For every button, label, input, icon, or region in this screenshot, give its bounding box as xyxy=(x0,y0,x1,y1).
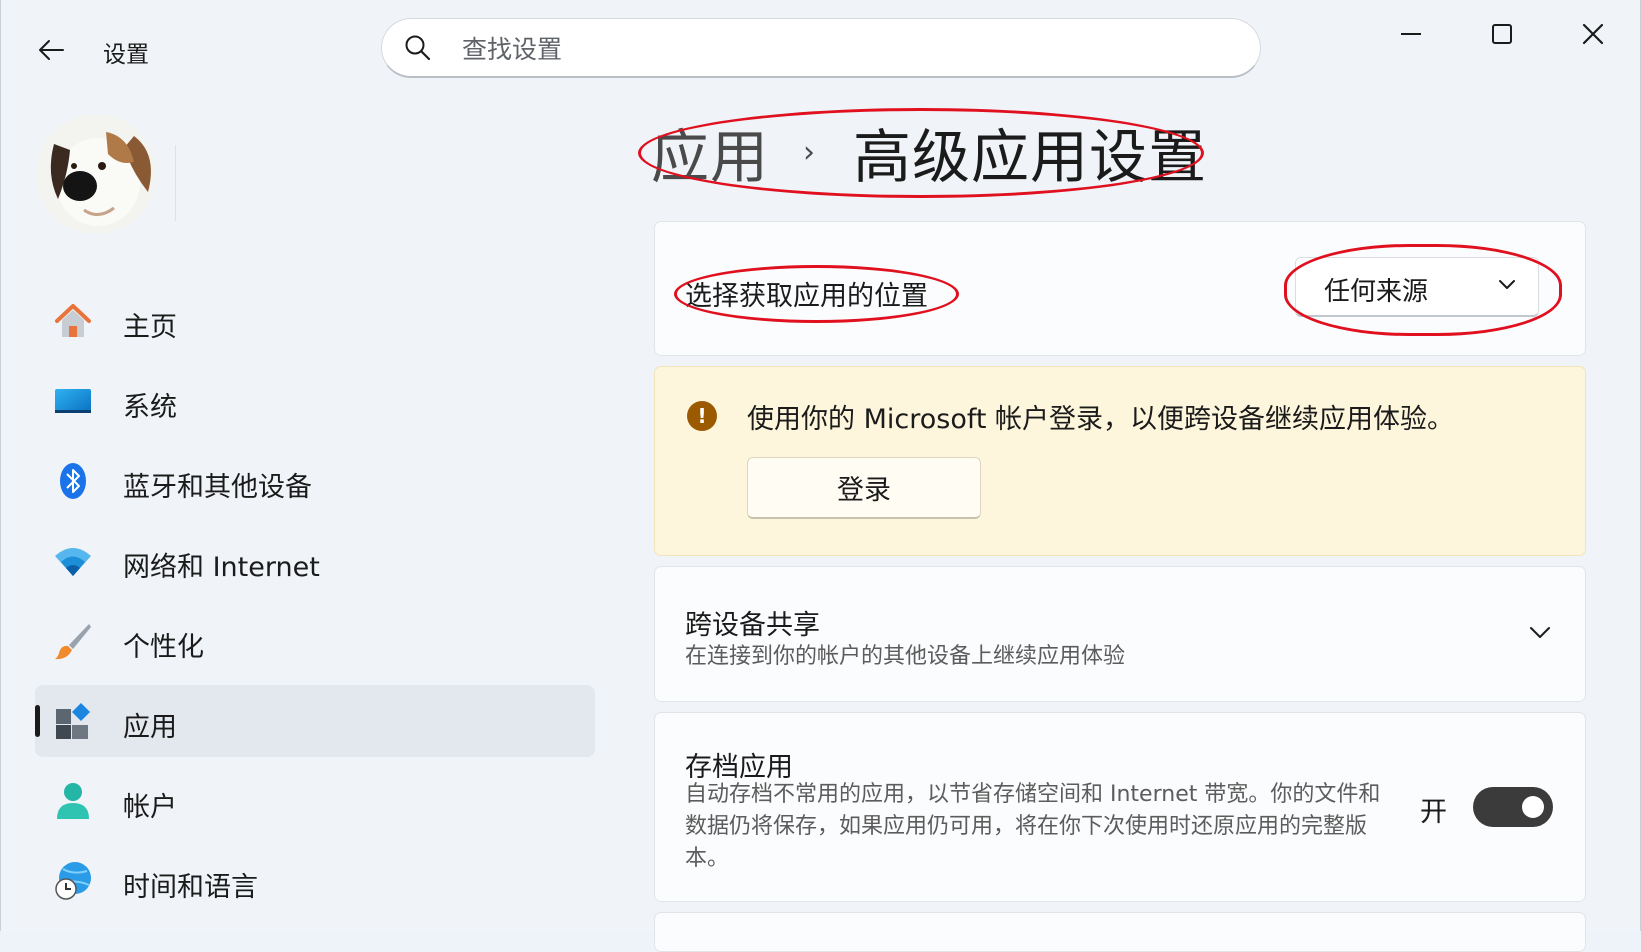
breadcrumb-parent[interactable]: 应用 xyxy=(651,110,769,194)
sidebar-item-network[interactable]: 网络和 Internet xyxy=(35,525,595,597)
avatar-dog-image xyxy=(36,114,156,234)
bluetooth-icon xyxy=(53,461,93,501)
cross-device-subtitle: 在连接到你的帐户的其他设备上继续应用体验 xyxy=(685,644,1126,669)
sidebar-item-label: 应用 xyxy=(123,712,177,743)
sidebar-item-time-language[interactable]: 时间和语言 xyxy=(35,845,595,917)
minimize-button[interactable] xyxy=(1381,14,1441,54)
breadcrumb-separator: › xyxy=(803,134,816,170)
toggle-state-label: 开 xyxy=(1420,797,1447,828)
avatar-divider xyxy=(175,145,176,221)
sidebar-item-accounts[interactable]: 帐户 xyxy=(35,765,595,837)
sidebar-item-apps[interactable]: 应用 xyxy=(35,685,595,757)
sidebar-item-label: 帐户 xyxy=(123,792,177,823)
signin-button[interactable]: 登录 xyxy=(747,457,981,519)
sidebar-item-system[interactable]: 系统 xyxy=(35,365,595,437)
chevron-down-icon xyxy=(1499,280,1515,289)
sidebar-item-label: 系统 xyxy=(123,392,177,423)
chevron-down-icon[interactable] xyxy=(1529,625,1551,639)
archive-apps-toggle[interactable] xyxy=(1473,787,1553,827)
dropdown-selected-value: 任何来源 xyxy=(1324,277,1429,307)
minimize-icon xyxy=(1401,33,1421,35)
app-source-label: 选择获取应用的位置 xyxy=(685,281,928,312)
sidebar-item-home[interactable]: 主页 xyxy=(35,285,595,357)
app-source-dropdown[interactable]: 任何来源 xyxy=(1295,257,1539,317)
signin-message: 使用你的 Microsoft 帐户登录，以便跨设备继续应用体验。 xyxy=(747,404,1455,435)
search-icon xyxy=(405,35,431,61)
signin-banner: ! 使用你的 Microsoft 帐户登录，以便跨设备继续应用体验。 登录 xyxy=(654,366,1586,556)
toggle-knob xyxy=(1522,796,1544,818)
warning-icon: ! xyxy=(687,401,717,431)
sidebar-item-label: 个性化 xyxy=(123,632,204,663)
wifi-icon xyxy=(53,541,93,581)
system-icon xyxy=(53,381,93,421)
cross-device-card[interactable]: 跨设备共享 在连接到你的帐户的其他设备上继续应用体验 xyxy=(654,566,1586,702)
time-language-icon xyxy=(53,861,93,901)
back-button[interactable] xyxy=(29,28,73,72)
search-input[interactable] xyxy=(460,29,1234,69)
sidebar-nav: 主页 系统 蓝牙和其他设备 网络和 Internet 个性化 应用 帐户 时间和… xyxy=(35,285,595,925)
maximize-icon xyxy=(1492,24,1512,44)
app-source-card: 选择获取应用的位置 任何来源 xyxy=(654,221,1586,356)
sidebar-item-label: 蓝牙和其他设备 xyxy=(123,472,312,503)
breadcrumb: 应用 › 高级应用设置 xyxy=(651,112,1207,192)
close-icon xyxy=(1582,23,1604,45)
next-setting-card xyxy=(654,912,1586,952)
page-title: 高级应用设置 xyxy=(853,123,1208,191)
sidebar-item-personalization[interactable]: 个性化 xyxy=(35,605,595,677)
brush-icon xyxy=(53,621,93,661)
home-icon xyxy=(53,301,93,341)
account-icon xyxy=(53,781,93,821)
cross-device-title: 跨设备共享 xyxy=(685,610,820,641)
avatar[interactable] xyxy=(36,114,156,234)
maximize-button[interactable] xyxy=(1472,14,1532,54)
settings-window: 设置 查找设置 主页 系统 蓝牙和其他设备 网络和 Internet 个性化 应… xyxy=(0,0,1641,952)
sidebar-item-label: 网络和 Internet xyxy=(123,552,320,583)
sidebar-item-bluetooth[interactable]: 蓝牙和其他设备 xyxy=(35,445,595,517)
apps-icon xyxy=(53,701,93,741)
back-arrow-icon xyxy=(39,40,64,60)
close-button[interactable] xyxy=(1563,14,1623,54)
sidebar-item-label: 主页 xyxy=(123,312,177,343)
app-title: 设置 xyxy=(103,42,149,68)
archive-apps-card: 存档应用 自动存档不常用的应用，以节省存储空间和 Internet 带宽。你的文… xyxy=(654,712,1586,902)
search-box[interactable] xyxy=(381,18,1261,78)
sidebar-item-label: 时间和语言 xyxy=(123,872,258,903)
archive-apps-description: 自动存档不常用的应用，以节省存储空间和 Internet 带宽。你的文件和数据仍… xyxy=(685,782,1381,871)
